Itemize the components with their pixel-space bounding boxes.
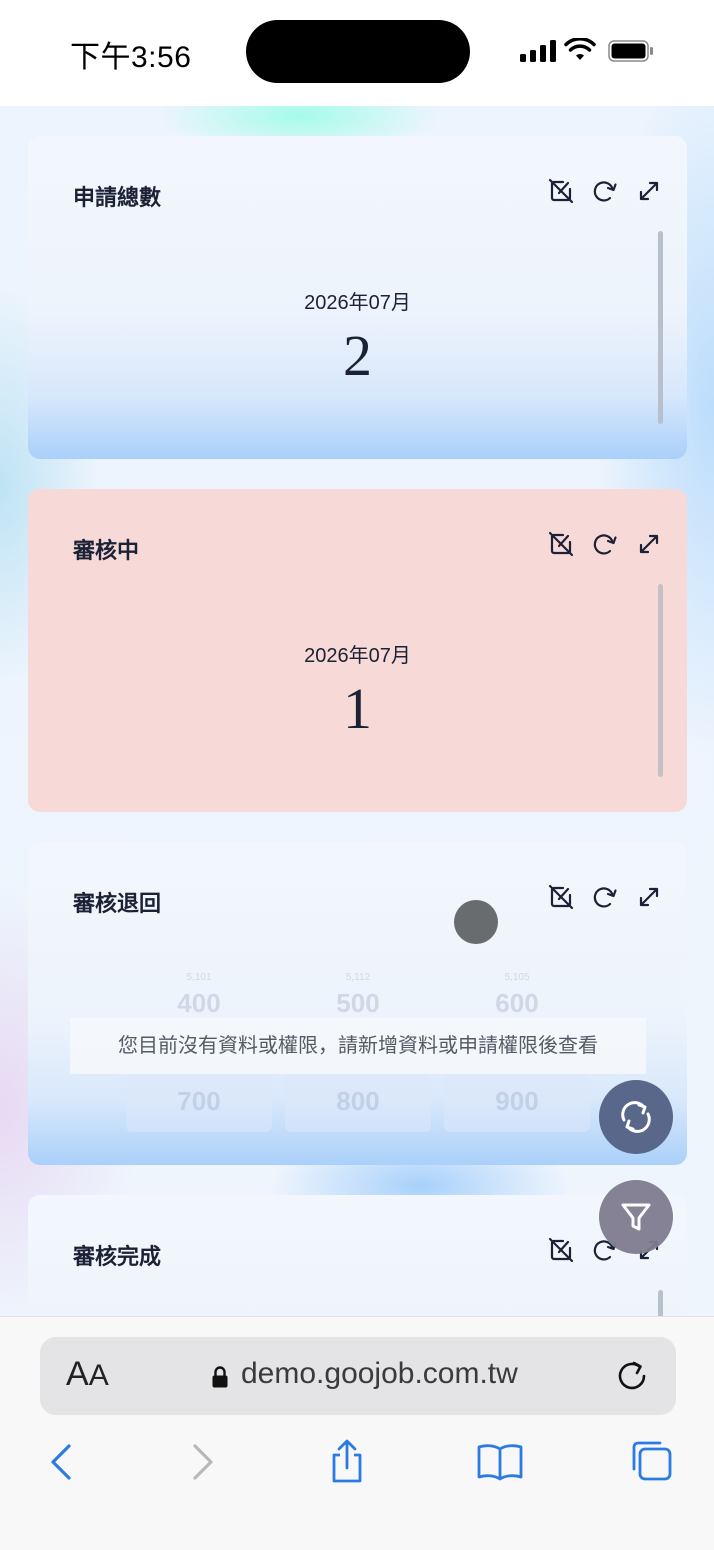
url-text: demo.goojob.com.tw <box>241 1357 518 1390</box>
card-returned: 審核退回 5,101 5,112 5,105 400 500 600 700 8… <box>28 842 687 1165</box>
expand-icon[interactable] <box>634 529 664 559</box>
cellular-signal-icon <box>520 40 556 62</box>
bookmarks-icon[interactable] <box>475 1437 525 1487</box>
address-bar[interactable]: AA demo.goojob.com.tw <box>40 1337 676 1415</box>
card-scrollbar[interactable] <box>658 1290 663 1316</box>
edit-off-icon[interactable] <box>546 529 576 559</box>
status-bar: 下午3:56 <box>0 0 714 106</box>
card-title: 審核退回 <box>73 891 162 916</box>
sync-button[interactable] <box>599 1080 673 1154</box>
sync-icon <box>621 1101 651 1133</box>
card-title: 申請總數 <box>73 185 162 210</box>
refresh-icon[interactable] <box>590 882 620 912</box>
card-period: 2026年07月 <box>304 292 411 314</box>
edit-off-icon[interactable] <box>546 1235 576 1265</box>
placeholder-number: 600 <box>495 988 539 1018</box>
lock-icon <box>212 1366 228 1388</box>
edit-off-icon[interactable] <box>546 176 576 206</box>
back-icon[interactable] <box>38 1437 88 1487</box>
placeholder-number: 700 <box>177 1086 221 1116</box>
expand-icon[interactable] <box>634 176 664 206</box>
status-time: 下午3:56 <box>70 41 192 74</box>
share-icon[interactable] <box>322 1437 372 1487</box>
filter-button[interactable] <box>599 1180 673 1254</box>
card-under-review: 審核中 2026年07月 1 <box>28 489 687 812</box>
placeholder-number: 900 <box>495 1086 539 1116</box>
filter-icon <box>621 1203 651 1231</box>
card-toolbar <box>546 176 664 206</box>
wifi-icon <box>564 38 596 60</box>
forward-icon[interactable] <box>176 1437 226 1487</box>
placeholder-label: 5,105 <box>504 972 530 983</box>
card-title: 審核中 <box>73 538 140 563</box>
card-toolbar <box>546 529 664 559</box>
expand-icon[interactable] <box>634 882 664 912</box>
card-toolbar <box>546 882 664 912</box>
touch-indicator <box>454 900 498 944</box>
card-value: 2 <box>343 323 372 388</box>
refresh-icon[interactable] <box>590 176 620 206</box>
card-period: 2026年07月 <box>304 645 411 667</box>
reader-text-size-button[interactable]: AA <box>66 1355 109 1394</box>
battery-icon <box>608 40 653 62</box>
edit-off-icon[interactable] <box>546 882 576 912</box>
placeholder-number: 500 <box>336 988 380 1018</box>
card-value: 1 <box>343 676 372 741</box>
browser-toolbar: AA demo.goojob.com.tw <box>0 1316 714 1550</box>
card-title: 審核完成 <box>73 1244 162 1269</box>
dynamic-island <box>246 20 470 83</box>
placeholder-label: 5,112 <box>345 972 371 983</box>
placeholder-number: 400 <box>177 988 221 1018</box>
refresh-icon[interactable] <box>590 529 620 559</box>
card-review-complete: 審核完成 <box>28 1195 687 1316</box>
placeholder-number: 800 <box>336 1086 380 1116</box>
reload-icon[interactable] <box>614 1357 650 1393</box>
tabs-icon[interactable] <box>628 1437 678 1487</box>
empty-state-message: 您目前沒有資料或權限，請新增資料或申請權限後查看 <box>70 1018 646 1074</box>
card-total-applications: 申請總數 2026年07月 2 <box>28 136 687 459</box>
placeholder-label: 5,101 <box>186 972 212 983</box>
